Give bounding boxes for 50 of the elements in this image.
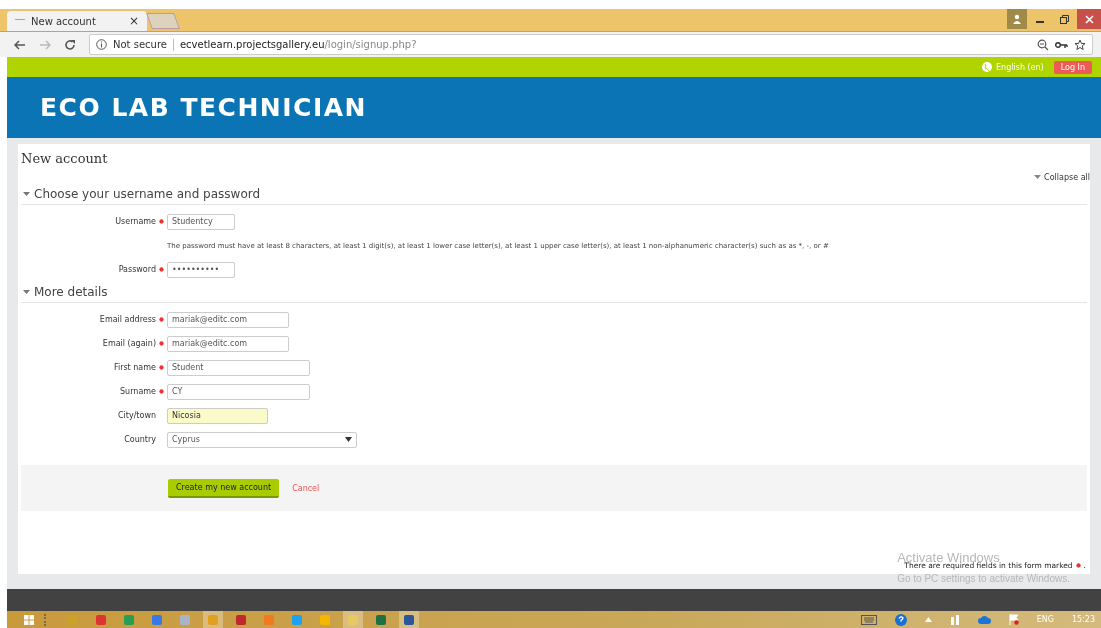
section-header[interactable]: More details bbox=[21, 282, 1087, 303]
field-label: Username bbox=[115, 217, 156, 226]
field-label: Email (again) bbox=[102, 339, 156, 348]
tab-title: New account bbox=[31, 15, 97, 27]
input-field[interactable]: mariak@editc.com bbox=[167, 311, 289, 328]
close-window-icon[interactable] bbox=[1077, 9, 1101, 29]
input-field[interactable]: Student bbox=[167, 359, 310, 376]
close-tab-button[interactable]: × bbox=[128, 14, 139, 28]
security-label: Not secure bbox=[113, 39, 167, 50]
user-icon[interactable] bbox=[1007, 9, 1027, 29]
address-bar[interactable]: Not secure ecvetlearn.projectsgallery.eu/login/signup.php? bbox=[89, 34, 1093, 55]
dropdown-arrow-icon bbox=[345, 437, 352, 442]
taskbar-app-icon[interactable] bbox=[399, 611, 419, 628]
section-header[interactable]: Choose your username and password bbox=[21, 184, 1087, 205]
input-field[interactable]: Nicosia bbox=[167, 407, 268, 424]
network-icon[interactable] bbox=[949, 614, 960, 625]
windows-logo-icon[interactable] bbox=[24, 614, 34, 625]
site-logo[interactable]: ECO LAB TECHNICIAN bbox=[40, 93, 367, 122]
reload-icon[interactable] bbox=[64, 38, 76, 51]
info-icon bbox=[96, 39, 107, 50]
page-heading: New account bbox=[21, 150, 108, 166]
caret-icon bbox=[1034, 174, 1042, 180]
zoom-out-icon[interactable] bbox=[1037, 38, 1049, 51]
field-label: Password bbox=[118, 265, 156, 274]
new-tab-button[interactable] bbox=[146, 13, 180, 29]
key-icon[interactable] bbox=[1055, 40, 1068, 49]
required-icon bbox=[1075, 563, 1081, 568]
country-dropdown[interactable]: Cyprus bbox=[167, 431, 357, 448]
collapse-all-link[interactable]: Collapse all bbox=[1034, 170, 1090, 184]
caret-up-icon[interactable] bbox=[924, 617, 932, 622]
back-arrow-icon[interactable] bbox=[14, 39, 26, 50]
flag-icon[interactable] bbox=[1008, 614, 1019, 625]
field-label: First name bbox=[113, 363, 156, 372]
cloud-icon[interactable] bbox=[977, 615, 991, 624]
field-label: Surname bbox=[120, 387, 156, 396]
url-text: ecvetlearn.projectsgallery.eu/login/signup.php? bbox=[179, 39, 417, 50]
input-field[interactable]: CY bbox=[167, 383, 310, 400]
field-label: Country bbox=[124, 435, 156, 444]
field-label: Email address bbox=[99, 315, 156, 324]
browser-tab[interactable]: New account × bbox=[7, 11, 147, 31]
globe-icon bbox=[982, 62, 993, 72]
input-field[interactable]: Studentcy bbox=[167, 213, 235, 230]
keyboard-icon[interactable] bbox=[860, 614, 877, 625]
help-icon[interactable] bbox=[894, 613, 907, 626]
field-label: City/town bbox=[117, 411, 156, 420]
create-account-button[interactable]: Create my new account bbox=[168, 478, 280, 498]
star-icon[interactable] bbox=[1074, 38, 1086, 51]
input-field[interactable]: mariak@editc.com bbox=[167, 335, 289, 352]
input-field[interactable]: •••••••••• bbox=[167, 261, 235, 278]
forward-arrow-icon[interactable] bbox=[39, 39, 51, 50]
